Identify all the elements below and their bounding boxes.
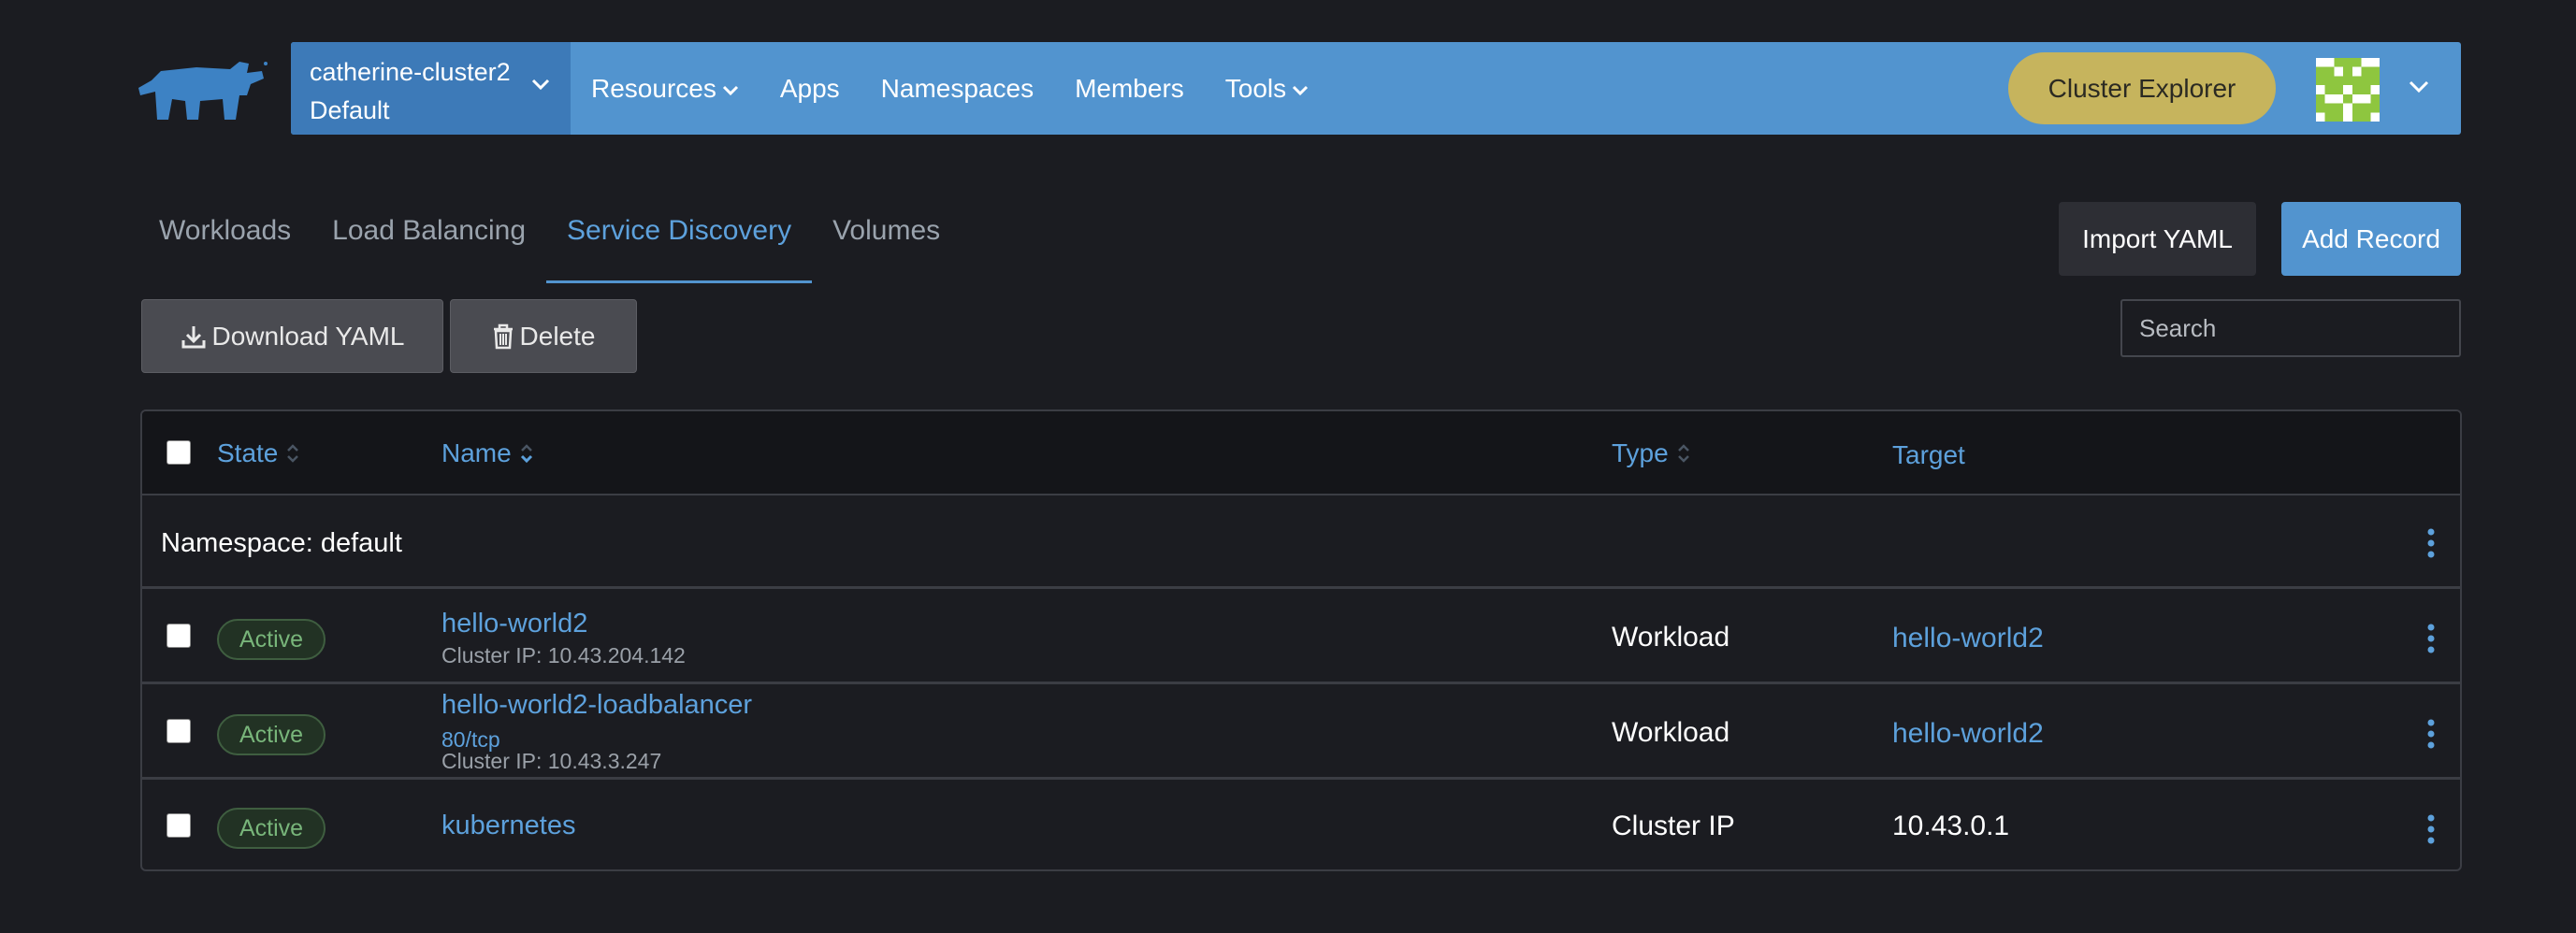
service-name-link[interactable]: kubernetes <box>441 811 576 841</box>
download-yaml-label: Download YAML <box>211 321 405 351</box>
top-navigation-bar: catherine-cluster2 Default Resources App… <box>291 42 2461 135</box>
more-options-icon[interactable] <box>2422 527 2440 559</box>
nav-resources-label: Resources <box>591 73 716 103</box>
sort-descending-icon <box>520 444 532 464</box>
more-options-icon[interactable] <box>2422 718 2440 750</box>
resource-tabs: Workloads Load Balancing Service Discove… <box>138 204 961 283</box>
tab-volumes[interactable]: Volumes <box>812 204 961 283</box>
cluster-project-switcher[interactable]: catherine-cluster2 Default <box>291 42 571 135</box>
nav-apps[interactable]: Apps <box>780 74 840 104</box>
sort-icon <box>1677 444 1689 463</box>
nav-tools[interactable]: Tools <box>1225 74 1309 104</box>
table-row: Active hello-world2 Cluster IP: 10.43.20… <box>142 592 2460 684</box>
nav-tools-label: Tools <box>1224 73 1287 103</box>
cluster-name: catherine-cluster2 <box>310 58 511 86</box>
column-header-type[interactable]: Type <box>1612 411 1691 495</box>
nav-members[interactable]: Members <box>1075 74 1184 104</box>
type-cell: Workload <box>1612 717 1730 748</box>
target-link[interactable]: hello-world2 <box>1892 718 2044 750</box>
service-name-link[interactable]: hello-world2 <box>441 609 587 639</box>
rancher-logo-icon[interactable] <box>138 58 268 122</box>
nav-resources[interactable]: Resources <box>591 74 739 104</box>
service-discovery-table: State Name Type Target Namespace: defaul <box>140 409 2462 871</box>
nav-namespaces-label: Namespaces <box>880 73 1035 103</box>
target-link[interactable]: hello-world2 <box>1892 623 2044 654</box>
status-badge: Active <box>217 808 326 849</box>
cluster-ip-text: Cluster IP: 10.43.204.142 <box>441 643 686 667</box>
download-icon <box>181 325 206 348</box>
chevron-down-icon <box>531 79 550 91</box>
namespace-group-label: Namespace: default <box>161 527 402 558</box>
more-options-icon[interactable] <box>2422 813 2440 845</box>
namespace-group-row: Namespace: default <box>142 497 2460 589</box>
sort-icon <box>287 444 299 463</box>
main-nav: Resources Apps Namespaces Members Tools <box>591 42 1350 135</box>
nav-members-label: Members <box>1075 73 1184 103</box>
nav-apps-label: Apps <box>779 73 840 103</box>
chevron-down-icon <box>1293 85 1309 95</box>
column-type-label: Type <box>1612 438 1669 467</box>
table-row: Active hello-world2-loadbalancer 80/tcp … <box>142 687 2460 780</box>
nav-namespaces[interactable]: Namespaces <box>881 74 1034 104</box>
tab-workloads[interactable]: Workloads <box>138 204 311 283</box>
service-name-link[interactable]: hello-world2-loadbalancer <box>441 690 752 721</box>
row-checkbox[interactable] <box>166 813 191 838</box>
delete-button[interactable]: Delete <box>450 299 637 373</box>
type-cell: Workload <box>1612 622 1730 653</box>
status-badge: Active <box>217 714 326 755</box>
column-header-name[interactable]: Name <box>441 411 534 495</box>
add-record-button[interactable]: Add Record <box>2281 202 2461 276</box>
cluster-ip-text: Cluster IP: 10.43.3.247 <box>441 749 662 773</box>
column-state-label: State <box>217 438 279 467</box>
type-cell: Cluster IP <box>1612 811 1735 841</box>
column-target-label: Target <box>1892 440 1965 469</box>
import-yaml-button[interactable]: Import YAML <box>2059 202 2256 276</box>
table-row: Active kubernetes Cluster IP 10.43.0.1 <box>142 782 2460 869</box>
project-name: Default <box>310 96 390 124</box>
column-header-target: Target <box>1892 413 1965 497</box>
row-checkbox[interactable] <box>166 719 191 743</box>
column-name-label: Name <box>441 438 512 467</box>
cluster-explorer-button[interactable]: Cluster Explorer <box>2008 52 2276 124</box>
trash-icon <box>493 323 513 349</box>
chevron-down-icon <box>722 85 738 95</box>
search-input[interactable] <box>2120 299 2461 357</box>
select-all-checkbox[interactable] <box>166 440 191 465</box>
more-options-icon[interactable] <box>2422 623 2440 654</box>
tab-load-balancing[interactable]: Load Balancing <box>311 204 546 283</box>
target-cell: 10.43.0.1 <box>1892 811 2010 841</box>
user-avatar[interactable] <box>2315 58 2381 122</box>
download-yaml-button[interactable]: Download YAML <box>141 299 443 373</box>
delete-label: Delete <box>519 321 596 351</box>
column-header-state[interactable]: State <box>217 411 300 495</box>
chevron-down-icon[interactable] <box>2409 79 2429 93</box>
tab-service-discovery[interactable]: Service Discovery <box>546 204 813 283</box>
status-badge: Active <box>217 619 326 660</box>
row-checkbox[interactable] <box>166 624 191 648</box>
table-header: State Name Type Target <box>142 411 2460 495</box>
